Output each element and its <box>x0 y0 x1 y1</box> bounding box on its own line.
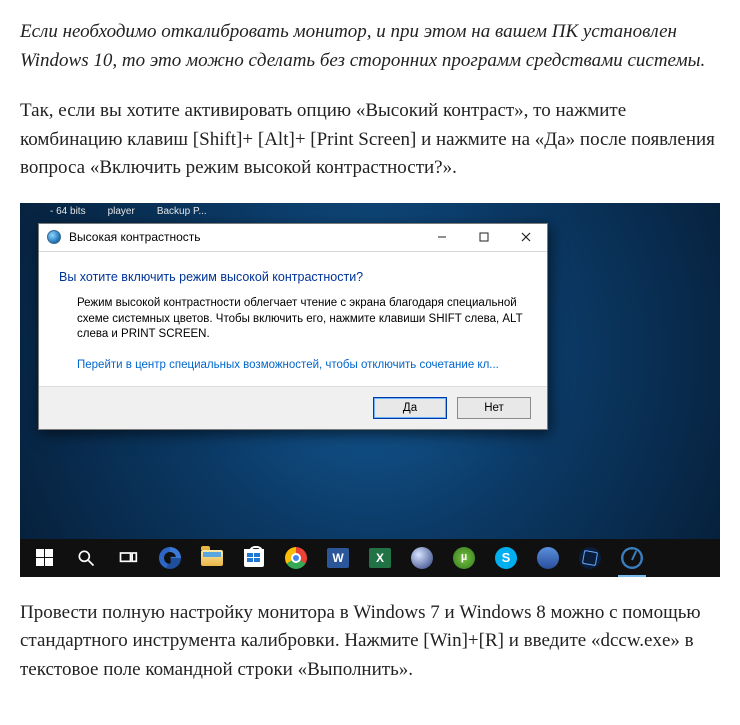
task-view-button[interactable] <box>108 539 148 577</box>
article-paragraph-steps: Так, если вы хотите активировать опцию «… <box>20 97 720 183</box>
running-app-label: - 64 bits <box>50 204 86 219</box>
windows-logo-icon <box>36 549 53 566</box>
ccleaner-button[interactable] <box>528 539 568 577</box>
dialog-description: Режим высокой контрастности облегчает чт… <box>77 296 527 343</box>
no-button[interactable]: Нет <box>457 397 531 419</box>
yes-button[interactable]: Да <box>373 397 447 419</box>
task-view-icon <box>118 548 138 568</box>
dialog-button-row: Да Нет <box>39 386 547 429</box>
edge-icon <box>159 547 181 569</box>
utorrent-button[interactable]: µ <box>444 539 484 577</box>
palemoon-icon <box>411 547 433 569</box>
windows-screenshot: - 64 bits player Backup P... Высокая кон… <box>20 203 720 577</box>
dialog-title-text: Высокая контрастность <box>69 228 201 246</box>
dialog-link[interactable]: Перейти в центр специальных возможностей… <box>77 357 527 374</box>
close-button[interactable] <box>505 224 547 251</box>
running-app-label: Backup P... <box>157 204 207 219</box>
word-icon: W <box>327 548 349 568</box>
store-button[interactable] <box>234 539 274 577</box>
high-contrast-dialog: Высокая контрастность Вы хотите включить… <box>38 223 548 431</box>
maximize-button[interactable] <box>463 224 505 251</box>
file-explorer-button[interactable] <box>192 539 232 577</box>
excel-icon: X <box>369 548 391 568</box>
utorrent-icon: µ <box>453 547 475 569</box>
clock-gauge-icon <box>621 547 643 569</box>
start-button[interactable] <box>24 539 64 577</box>
chrome-icon <box>285 547 307 569</box>
chrome-button[interactable] <box>276 539 316 577</box>
word-button[interactable]: W <box>318 539 358 577</box>
store-icon <box>244 549 264 567</box>
ccleaner-icon <box>537 547 559 569</box>
article-paragraph-intro: Если необходимо откалибровать монитор, и… <box>20 18 720 75</box>
globe-icon <box>47 230 61 244</box>
minimize-button[interactable] <box>421 224 463 251</box>
search-icon <box>76 548 96 568</box>
running-apps-strip: - 64 bits player Backup P... <box>20 203 720 221</box>
network-icon <box>579 547 601 569</box>
taskbar: W X µ S <box>20 539 720 577</box>
network-app-button[interactable] <box>570 539 610 577</box>
folder-icon <box>201 550 223 566</box>
running-app-label: player <box>108 204 135 219</box>
clock-app-button[interactable] <box>612 539 652 577</box>
dialog-question: Вы хотите включить режим высокой контрас… <box>59 268 527 287</box>
dialog-titlebar[interactable]: Высокая контрастность <box>39 224 547 252</box>
skype-button[interactable]: S <box>486 539 526 577</box>
search-button[interactable] <box>66 539 106 577</box>
palemoon-button[interactable] <box>402 539 442 577</box>
edge-button[interactable] <box>150 539 190 577</box>
article-paragraph-calibrate: Провести полную настройку монитора в Win… <box>20 599 720 685</box>
skype-icon: S <box>495 547 517 569</box>
excel-button[interactable]: X <box>360 539 400 577</box>
